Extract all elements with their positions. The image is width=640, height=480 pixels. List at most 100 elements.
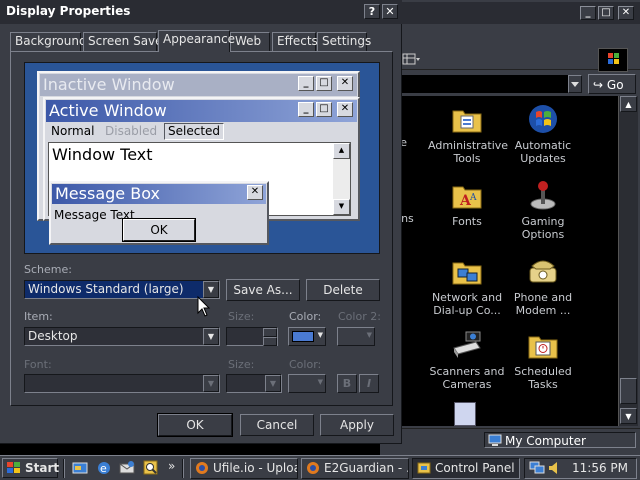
- network-icon: [452, 262, 482, 285]
- tab-web[interactable]: Web: [230, 32, 270, 51]
- cp-item-network[interactable]: Network and Dial-up Co...: [428, 254, 506, 317]
- font-label: Font:: [24, 358, 52, 371]
- item-color2-button[interactable]: ▼: [337, 327, 375, 346]
- apply-button[interactable]: Apply: [320, 414, 394, 436]
- phone-modem-icon: [529, 260, 557, 283]
- go-arrow-icon: ↪: [593, 78, 604, 92]
- address-field[interactable]: [402, 75, 578, 93]
- computer-icon: [488, 434, 502, 451]
- size-label: Size:: [228, 310, 255, 323]
- joystick-icon: [530, 181, 556, 210]
- cp-item-phone-modem[interactable]: Phone and Modem ...: [504, 254, 582, 317]
- dialog-title: Display Properties: [6, 4, 131, 18]
- control-panel-window: _ □ ✕ ↪ Go nove ns ptions e nal: [380, 0, 640, 455]
- close-icon: ✕: [247, 185, 263, 200]
- system-tray: 11:56 PM: [524, 458, 637, 479]
- status-my-computer: My Computer: [484, 432, 636, 448]
- font-color-label: Color:: [289, 358, 322, 371]
- cp-item-label: Network and Dial-up Co...: [431, 291, 503, 317]
- start-button[interactable]: Start: [2, 458, 59, 478]
- close-icon: ✕: [337, 76, 353, 91]
- scanner-icon: [453, 331, 481, 358]
- minimize-button[interactable]: _: [580, 6, 596, 20]
- menu-disabled[interactable]: Disabled: [102, 123, 160, 140]
- tab-background[interactable]: Background: [10, 32, 87, 51]
- quicklaunch-overflow-button[interactable]: »: [168, 459, 175, 473]
- appearance-preview[interactable]: Inactive Window _ □ ✕ Active Window _ □ …: [24, 62, 380, 254]
- partial-item-icon[interactable]: [454, 402, 476, 426]
- search-icon[interactable]: [143, 460, 159, 476]
- close-button[interactable]: ✕: [618, 6, 634, 20]
- maximize-button[interactable]: □: [598, 6, 614, 20]
- cp-item-scheduled-tasks[interactable]: Scheduled Tasks: [504, 328, 582, 391]
- cp-item-fonts[interactable]: A A Fonts: [428, 178, 506, 228]
- task-e2guardian[interactable]: E2Guardian - ...: [301, 458, 409, 479]
- outlook-express-icon[interactable]: [119, 460, 135, 476]
- maximize-icon: □: [316, 102, 332, 117]
- scheme-dropdown[interactable]: Windows Standard (large) ▼: [24, 280, 220, 299]
- tab-appearance[interactable]: Appearance: [158, 30, 235, 52]
- volume-icon[interactable]: [547, 461, 561, 475]
- chevron-down-icon: ▼: [317, 331, 323, 339]
- task-label: E2Guardian - ...: [324, 461, 409, 475]
- preview-scrollbar[interactable]: ▲ ▼: [333, 143, 350, 215]
- tab-screen-saver[interactable]: Screen Saver: [83, 32, 167, 51]
- svg-text:e: e: [100, 462, 107, 475]
- control-panel-icons: nove ns ptions e nal ns Administrative T…: [380, 96, 618, 426]
- scroll-down-button[interactable]: ▼: [620, 408, 637, 424]
- font-color-button[interactable]: ▼: [288, 374, 326, 393]
- italic-button[interactable]: I: [359, 374, 379, 393]
- task-control-panel[interactable]: Control Panel: [412, 458, 520, 479]
- firefox-icon: [307, 462, 319, 474]
- menu-selected[interactable]: Selected: [164, 123, 225, 140]
- control-panel-scrollbar[interactable]: ▲ ▼: [618, 96, 638, 426]
- task-label: Ufile.io - Uploa...: [213, 461, 297, 475]
- chevron-down-icon: ▼: [265, 375, 281, 392]
- maximize-icon: □: [316, 76, 332, 91]
- cp-item-label: Scanners and Cameras: [429, 365, 505, 391]
- font-dropdown[interactable]: ▼: [24, 374, 220, 393]
- cp-item-gaming-options[interactable]: Gaming Options: [504, 178, 582, 241]
- font-size-label: Size:: [228, 358, 255, 371]
- task-ufile[interactable]: Ufile.io - Uploa...: [190, 458, 298, 479]
- chevron-down-icon: ▼: [203, 328, 219, 345]
- cp-item-label: Automatic Updates: [514, 139, 572, 165]
- delete-button[interactable]: Delete: [306, 279, 380, 301]
- preview-message-box[interactable]: Message Box ✕ Message Text OK: [49, 181, 269, 245]
- minimize-icon: _: [298, 76, 314, 91]
- cp-item-scanners-cameras[interactable]: Scanners and Cameras: [428, 328, 506, 391]
- bold-button[interactable]: B: [337, 374, 357, 393]
- show-desktop-icon[interactable]: [72, 460, 88, 476]
- item-color-button[interactable]: ▼: [288, 327, 326, 346]
- cp-item-administrative-tools[interactable]: Administrative Tools: [428, 102, 508, 165]
- cancel-button[interactable]: Cancel: [240, 414, 314, 436]
- network-tray-icon[interactable]: [529, 461, 545, 475]
- tab-effects[interactable]: Effects: [272, 32, 318, 51]
- internet-explorer-icon[interactable]: e: [96, 460, 112, 476]
- address-bar: ↪ Go: [380, 72, 640, 96]
- spin-down-icon: [263, 337, 277, 346]
- font-size-dropdown[interactable]: ▼: [226, 374, 282, 393]
- windows-flag-icon: [7, 462, 20, 473]
- message-ok-button[interactable]: OK: [122, 218, 196, 242]
- scroll-up-button[interactable]: ▲: [620, 96, 637, 112]
- address-dropdown-button[interactable]: [568, 75, 582, 93]
- item-color-swatch: [292, 331, 314, 342]
- control-panel-icon: [417, 462, 431, 474]
- ok-button[interactable]: OK: [157, 413, 233, 437]
- item-dropdown[interactable]: Desktop ▼: [24, 327, 220, 346]
- go-button[interactable]: ↪ Go: [588, 74, 636, 94]
- size-spinner[interactable]: [226, 327, 278, 346]
- firefox-icon: [196, 462, 208, 474]
- cp-item-label: Gaming Options: [521, 215, 565, 241]
- scroll-thumb[interactable]: [620, 378, 637, 404]
- message-box-title: Message Box: [52, 184, 266, 204]
- views-icon[interactable]: [402, 52, 420, 66]
- help-button[interactable]: ?: [364, 4, 380, 19]
- save-as-button[interactable]: Save As...: [226, 279, 300, 301]
- tab-settings[interactable]: Settings: [317, 32, 371, 51]
- chevron-down-icon: ▼: [366, 331, 372, 339]
- close-button[interactable]: ✕: [382, 4, 398, 19]
- menu-normal[interactable]: Normal: [48, 123, 97, 140]
- cp-item-automatic-updates[interactable]: Automatic Updates: [504, 102, 582, 165]
